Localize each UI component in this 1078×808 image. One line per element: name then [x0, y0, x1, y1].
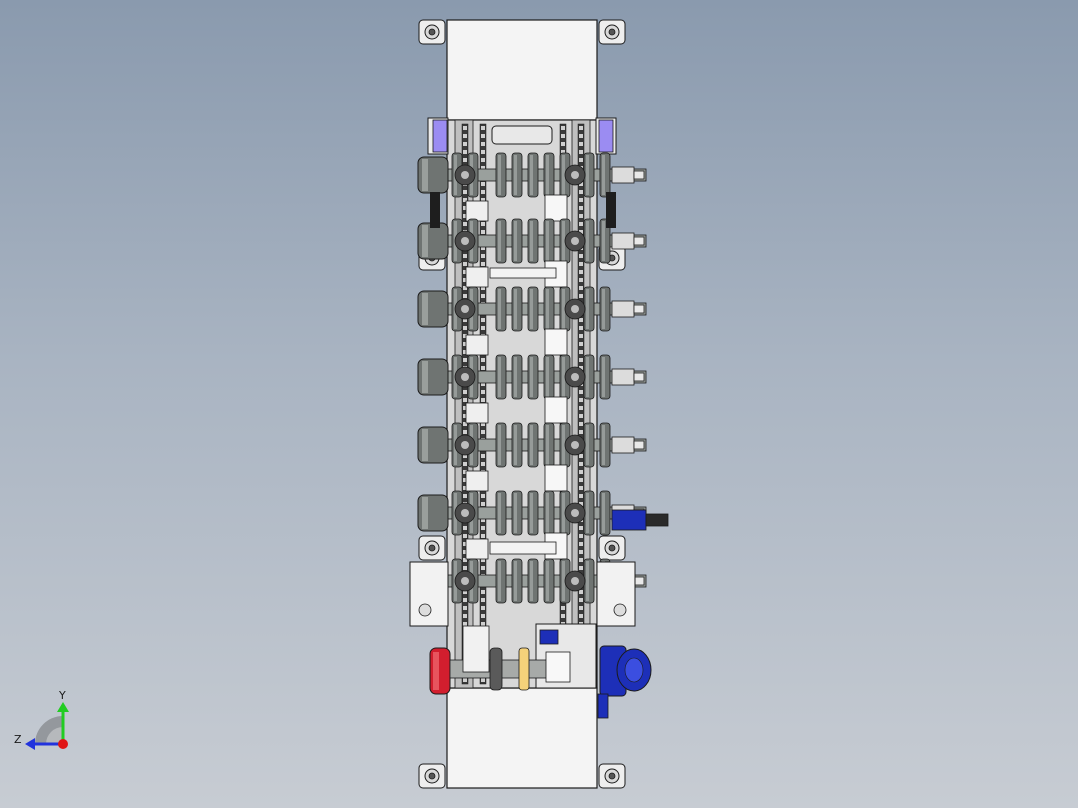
z-axis-label: Z	[14, 733, 22, 746]
axis-triad: Y Z	[14, 689, 69, 750]
cad-viewport[interactable]: Y Z	[0, 0, 1078, 808]
triad-origin	[58, 739, 68, 749]
y-axis-label: Y	[58, 689, 66, 702]
y-axis-arrow	[57, 702, 69, 712]
z-axis-arrow	[25, 738, 35, 750]
